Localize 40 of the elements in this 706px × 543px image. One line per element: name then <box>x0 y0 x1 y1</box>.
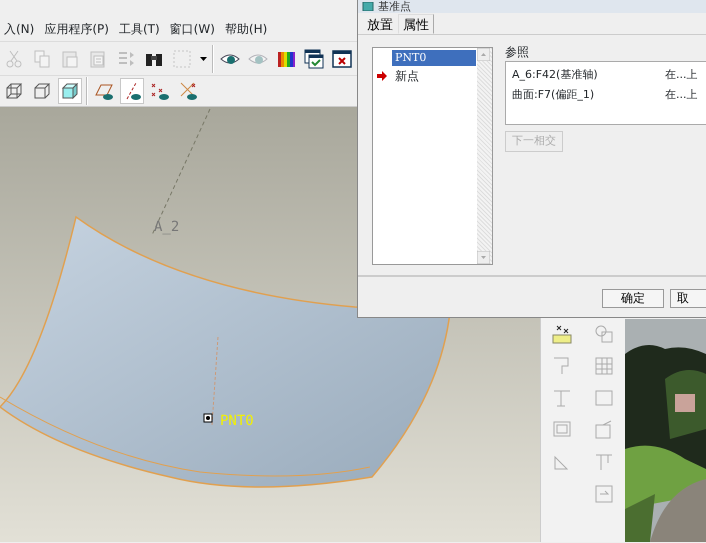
menu-item[interactable]: 帮助(H) <box>222 20 276 38</box>
menu-item[interactable]: 工具(T) <box>116 20 168 38</box>
axis-label: A_2 <box>154 219 180 235</box>
grid-icon[interactable] <box>593 355 615 377</box>
menu-item[interactable]: 窗口(W) <box>168 20 223 38</box>
cancel-button[interactable]: 取 <box>670 288 706 308</box>
reference-constraint[interactable]: 在...上 <box>665 66 698 84</box>
cube-icon <box>32 81 52 101</box>
scroll-up-button[interactable] <box>477 48 490 61</box>
circle-square-icon[interactable] <box>593 323 615 345</box>
point-eye-icon <box>150 81 170 101</box>
clipboard-icon <box>60 48 80 68</box>
coordinate-system-eye-icon <box>178 81 198 101</box>
toolbar-button[interactable] <box>58 78 82 104</box>
arrow-icon <box>376 70 388 82</box>
menu-item[interactable]: 入(N) <box>2 20 42 38</box>
scrollbar[interactable] <box>477 48 492 264</box>
reference-name[interactable]: A_6:F42(基准轴) <box>512 66 665 84</box>
ok-button[interactable]: 确定 <box>602 288 664 308</box>
reference-constraint[interactable]: 在...上 <box>665 86 698 104</box>
scissors-icon <box>4 48 24 68</box>
window-check-icon <box>304 48 324 68</box>
datum-point-tool-icon[interactable] <box>551 323 573 345</box>
window-icon <box>362 2 374 11</box>
caret-icon <box>200 56 206 60</box>
scroll-down-button[interactable] <box>477 251 490 264</box>
section-label: 参照 <box>505 44 530 61</box>
menu-item[interactable]: 应用程序(P) <box>42 20 117 38</box>
window-close-icon <box>332 48 352 68</box>
tab[interactable]: 属性 <box>398 14 434 34</box>
reference-name[interactable]: 曲面:F7(偏距_1) <box>512 86 665 104</box>
datum-point-marker <box>204 414 212 422</box>
selection-box-icon <box>172 48 192 68</box>
list-item[interactable]: PNT0 <box>392 50 476 66</box>
dialog-title: 基准点 <box>378 0 411 12</box>
list-item[interactable]: 新点 <box>392 67 476 85</box>
wireframe-cube-icon <box>4 81 24 101</box>
shaded-cube-icon <box>60 81 80 101</box>
point-label: PNT0 <box>220 413 254 429</box>
copy-icon <box>32 48 52 68</box>
